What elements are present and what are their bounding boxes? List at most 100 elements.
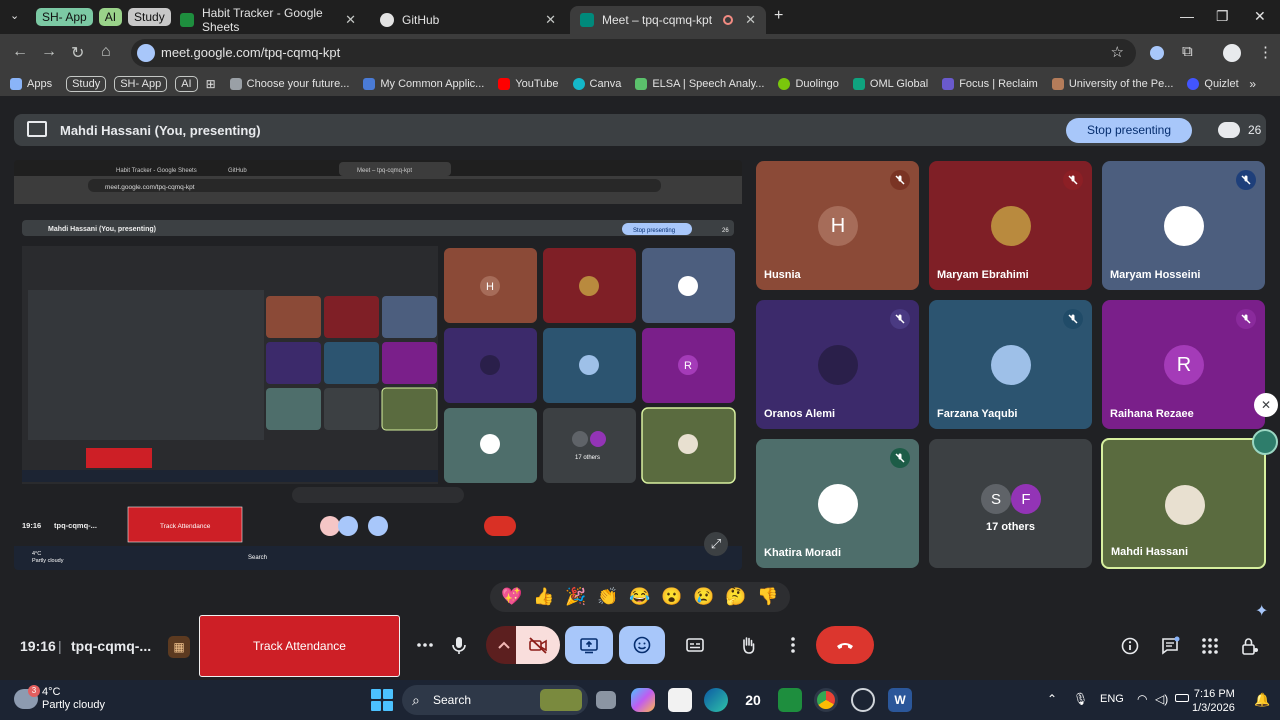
home-icon[interactable]: ⌂ (101, 43, 111, 61)
bookmark-item[interactable]: Canva (572, 78, 621, 90)
track-attendance-button[interactable]: Track Attendance (199, 615, 400, 677)
participant-tile-maryam-ebrahimi[interactable]: Maryam Ebrahimi (929, 161, 1092, 290)
tray-overflow-icon[interactable]: ⌃ (1047, 692, 1057, 706)
address-bar[interactable]: meet.google.com/tpq-cqmq-kpt ☆ (131, 39, 1136, 67)
camera-off-button[interactable] (516, 626, 560, 664)
reaction-heart[interactable]: 💖 (501, 587, 522, 607)
host-controls-button[interactable] (1238, 634, 1262, 658)
taskbar-search[interactable]: ⌕ Search (402, 685, 588, 715)
participants-button[interactable]: 26 (1218, 122, 1261, 138)
more-options-button[interactable] (780, 626, 806, 664)
raise-hand-button[interactable] (729, 626, 767, 664)
wifi-icon[interactable]: ◠ (1137, 692, 1147, 706)
stop-presenting-button[interactable]: Stop presenting (1066, 118, 1192, 143)
participant-tile-khatira-moradi[interactable]: Khatira Moradi (756, 439, 919, 568)
copilot-icon[interactable] (631, 688, 655, 712)
google-sheets-app-icon[interactable] (778, 688, 802, 712)
window-close-icon[interactable]: ✕ (1254, 8, 1266, 25)
more-bookmarks-icon[interactable]: » (1249, 77, 1256, 91)
attendance-extension-icon[interactable]: ▦ (168, 636, 190, 658)
bookmark-folder-ai[interactable]: AI (175, 76, 198, 92)
back-icon[interactable]: ← (12, 43, 28, 61)
participant-tile-others[interactable]: S F 17 others (929, 439, 1092, 568)
store-icon[interactable] (668, 688, 692, 712)
participant-tile-maryam-hosseini[interactable]: Maryam Hosseini (1102, 161, 1265, 290)
owl-extension-icon[interactable] (1252, 429, 1278, 455)
restore-icon[interactable]: ❐ (1216, 8, 1229, 25)
tab-group-ai[interactable]: AI (98, 8, 123, 26)
bookmark-apps[interactable]: Apps (10, 78, 52, 90)
tab-group-study[interactable]: Study (128, 8, 171, 26)
weather-widget[interactable]: 3 4°C Partly cloudy (14, 685, 105, 712)
word-icon[interactable]: W (888, 688, 912, 712)
bookmark-star-icon[interactable]: ☆ (1111, 43, 1124, 61)
bookmark-item[interactable]: Choose your future... (229, 78, 349, 90)
site-info-icon[interactable] (137, 44, 155, 62)
bookmark-item[interactable]: Focus | Reclaim (942, 78, 1038, 90)
edge-icon[interactable] (704, 688, 728, 712)
volume-icon[interactable]: ◁) (1155, 692, 1168, 706)
extensions-icon[interactable]: ⧉ (1182, 43, 1193, 60)
chat-button[interactable] (1158, 634, 1182, 658)
reaction-thinking[interactable]: 🤔 (725, 587, 746, 607)
bookmark-item[interactable]: YouTube (498, 78, 559, 90)
reaction-thumbs-up[interactable]: 👍 (533, 587, 554, 607)
present-screen-button[interactable] (565, 626, 613, 664)
new-tab-button[interactable]: + (774, 7, 783, 25)
tray-microphone-icon[interactable]: 🎙 (1073, 692, 1088, 706)
chrome-icon[interactable] (814, 688, 838, 712)
participant-tile-husnia[interactable]: H Husnia (756, 161, 919, 290)
bookmark-item[interactable]: ELSA | Speech Analy... (635, 78, 764, 90)
expand-share-icon[interactable]: ⤢ (704, 532, 728, 556)
bookmark-folder-study[interactable]: Study (66, 76, 107, 92)
participant-tile-raihana-rezaee[interactable]: R Raihana Rezaee (1102, 300, 1265, 429)
system-clock[interactable]: 7:16 PM 1/3/2026 (1192, 687, 1235, 715)
meeting-code[interactable]: tpq-cqmq-... (71, 638, 151, 654)
emoji-button[interactable] (619, 626, 665, 664)
tab-group-sh-app[interactable]: SH- App (36, 8, 93, 26)
tab-habit-tracker[interactable]: Habit Tracker - Google Sheets ✕ (170, 6, 366, 34)
close-icon[interactable]: ✕ (545, 12, 556, 28)
participant-tile-mahdi-hassani[interactable]: Mahdi Hassani (1101, 438, 1266, 569)
tab-github[interactable]: GitHub ✕ (370, 6, 566, 34)
leave-call-button[interactable] (816, 626, 874, 664)
activities-button[interactable] (1198, 634, 1222, 658)
start-button[interactable] (371, 689, 393, 711)
notifications-bell-icon[interactable]: 🔔 (1254, 692, 1270, 708)
tab-meet[interactable]: Meet – tpq-cqmq-kpt ✕ (570, 6, 766, 34)
reload-icon[interactable]: ↻ (71, 43, 84, 63)
minimize-icon[interactable]: — (1180, 8, 1194, 24)
microphone-button[interactable] (440, 626, 478, 664)
profile-extension-icon[interactable] (1150, 46, 1164, 60)
meeting-details-button[interactable] (1118, 634, 1142, 658)
reaction-sad[interactable]: 😢 (693, 587, 714, 607)
bookmark-item[interactable]: OML Global (852, 78, 928, 90)
participant-tile-oranos-alemi[interactable]: Oranos Alemi (756, 300, 919, 429)
close-icon[interactable]: ✕ (745, 12, 756, 28)
close-icon[interactable]: ✕ (345, 12, 356, 28)
bookmark-item[interactable]: My Common Applic... (363, 78, 484, 90)
input-language[interactable]: ENG (1100, 693, 1124, 705)
tab-search-chevron-icon[interactable]: ⌄ (10, 9, 19, 22)
task-view-icon[interactable] (596, 691, 616, 709)
battery-icon[interactable] (1175, 694, 1189, 702)
participant-tile-farzana-yaqubi[interactable]: Farzana Yaqubi (929, 300, 1092, 429)
pip-close-icon[interactable]: ✕ (1254, 393, 1278, 417)
more-reactions-button[interactable] (410, 626, 440, 664)
tab-grid-icon[interactable]: ⊞ (206, 77, 216, 91)
bookmark-item[interactable]: Duolingo (778, 78, 839, 90)
bookmark-item[interactable]: University of the Pe... (1051, 78, 1173, 90)
reaction-laugh[interactable]: 😂 (629, 587, 650, 607)
reaction-thumbs-down[interactable]: 👎 (757, 587, 778, 607)
reaction-surprised[interactable]: 😮 (661, 587, 682, 607)
forward-icon[interactable]: → (41, 43, 57, 61)
bookmark-folder-sh-app[interactable]: SH- App (114, 76, 168, 92)
reaction-clap[interactable]: 👏 (597, 587, 618, 607)
profile-avatar[interactable] (1223, 44, 1241, 62)
menu-kebab-icon[interactable]: ⋮ (1258, 43, 1273, 61)
chatgpt-icon[interactable] (851, 688, 875, 712)
bookmark-item[interactable]: Quizlet (1187, 78, 1239, 90)
calendar-app-icon[interactable]: 20 (741, 688, 765, 712)
reaction-party[interactable]: 🎉 (565, 587, 586, 607)
captions-button[interactable] (676, 626, 714, 664)
